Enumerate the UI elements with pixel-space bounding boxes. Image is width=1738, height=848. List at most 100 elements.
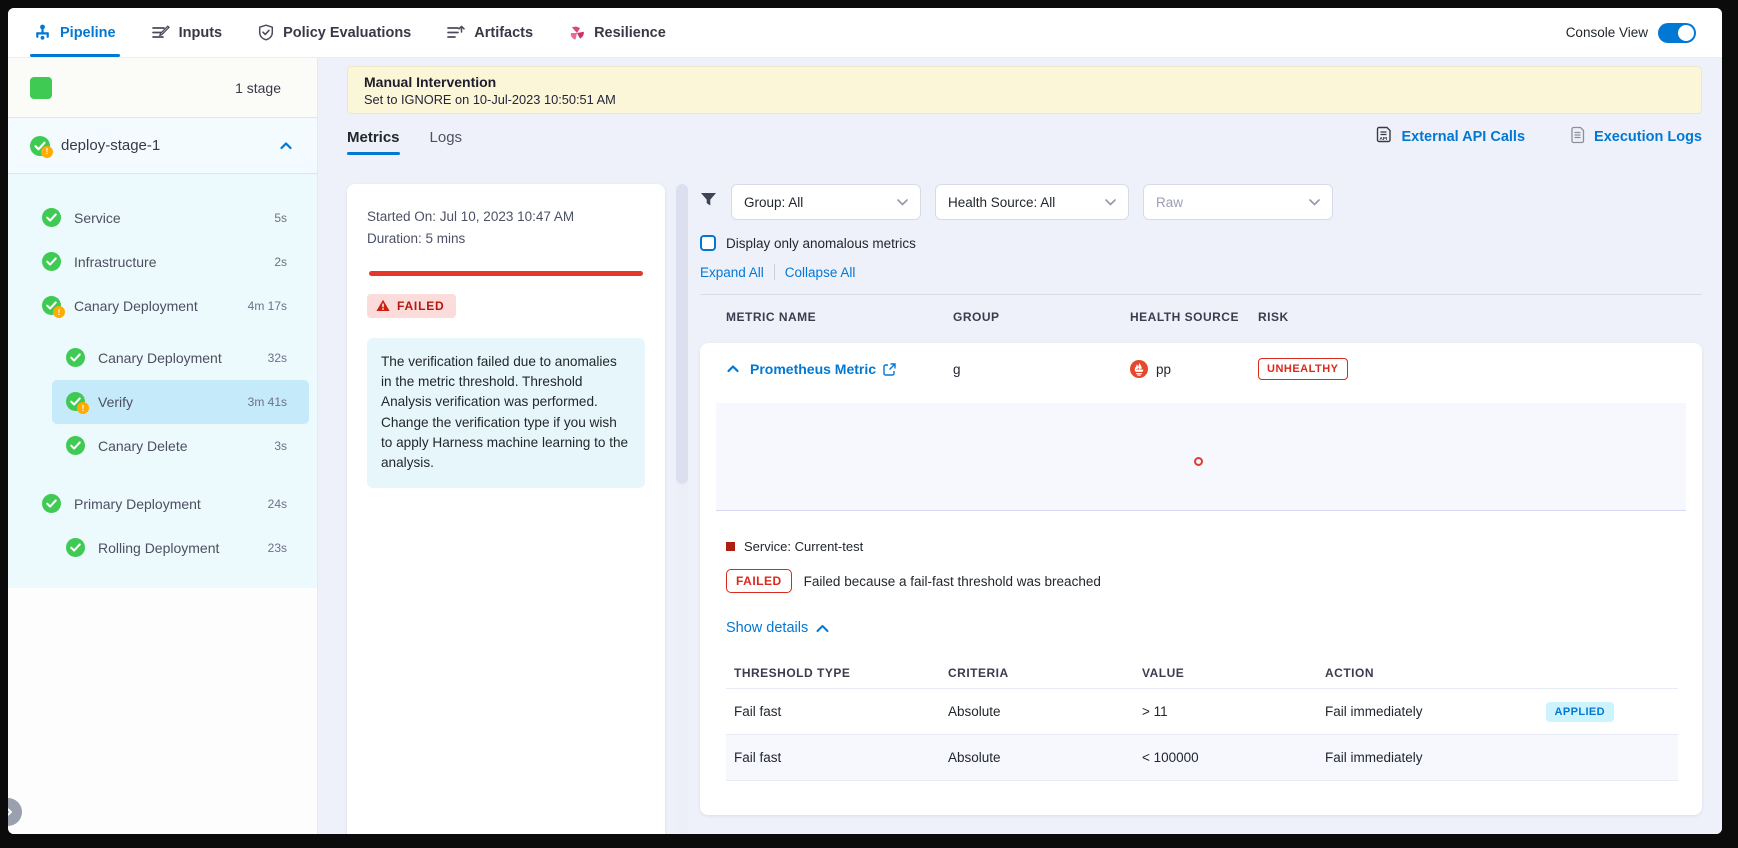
panel-gap — [665, 184, 700, 834]
applied-badge: APPLIED — [1546, 702, 1614, 722]
scrollbar[interactable] — [676, 184, 688, 834]
scrollbar-thumb[interactable] — [676, 184, 688, 484]
nav-tab-inputs[interactable]: Inputs — [152, 8, 223, 57]
metric-health-source: pp — [1130, 360, 1258, 378]
chevron-up-icon[interactable] — [279, 139, 293, 153]
expand-all-link[interactable]: Expand All — [700, 265, 764, 280]
nav-tabs: Pipeline Inputs Policy Evaluations Artif… — [34, 8, 666, 57]
console-view-control: Console View — [1566, 23, 1696, 43]
sidebar-step-service[interactable]: Service 5s — [8, 196, 317, 240]
metrics-panel: Group: All Health Source: All Raw — [700, 184, 1702, 834]
success-warning-status-icon: ! — [30, 136, 50, 156]
execution-logs-link[interactable]: Execution Logs — [1571, 126, 1702, 148]
success-status-icon — [42, 494, 62, 514]
risk-badge: UNHEALTHY — [1258, 358, 1348, 380]
manual-intervention-banner: Manual Intervention Set to IGNORE on 10-… — [347, 66, 1702, 114]
metric-name-link[interactable]: Prometheus Metric — [750, 361, 953, 377]
policy-evaluations-icon — [258, 24, 274, 41]
warning-overlay-icon: ! — [41, 146, 53, 158]
collapse-all-link[interactable]: Collapse All — [785, 265, 856, 280]
collapse-metric-chevron-icon[interactable] — [726, 362, 750, 376]
success-status-icon — [66, 538, 86, 558]
threshold-table: THRESHOLD TYPE CRITERIA VALUE ACTION Fai… — [726, 658, 1678, 781]
success-status-icon — [66, 436, 86, 456]
pipeline-icon — [34, 24, 51, 41]
success-warning-status-icon: ! — [42, 296, 62, 316]
sidebar-step-canary-deployment[interactable]: Canary Deployment 32s — [8, 336, 317, 380]
external-link-icon — [883, 363, 896, 376]
threshold-row: Fail fast Absolute < 100000 Fail immedia… — [726, 734, 1678, 780]
analysis-reason: Failed because a fail-fast threshold was… — [804, 574, 1101, 589]
threshold-type-cell: Fail fast — [734, 750, 948, 765]
filter-row: Group: All Health Source: All Raw — [700, 184, 1702, 220]
sidebar-step-infrastructure[interactable]: Infrastructure 2s — [8, 240, 317, 284]
prometheus-icon — [1130, 360, 1148, 378]
chevron-down-icon — [897, 199, 908, 206]
tab-metrics[interactable]: Metrics — [347, 114, 400, 160]
metrics-table-header: METRIC NAME GROUP HEALTH SOURCE RISK — [700, 305, 1702, 329]
threshold-row: Fail fast Absolute > 11 Fail immediately… — [726, 688, 1678, 734]
sidebar-step-verify[interactable]: ! Verify 3m 41s — [52, 380, 309, 424]
expand-collapse-row: Expand All Collapse All — [700, 264, 1702, 280]
analysis-status-badge: FAILED — [726, 569, 792, 593]
external-api-calls-icon: API — [1376, 126, 1393, 148]
threshold-type-cell: Fail fast — [734, 704, 948, 719]
inputs-icon — [152, 25, 170, 40]
console-view-label: Console View — [1566, 25, 1648, 40]
stage-status-square-icon — [30, 77, 52, 99]
resilience-icon — [569, 25, 585, 41]
show-details-toggle[interactable]: Show details — [716, 620, 1686, 636]
group-filter-select[interactable]: Group: All — [731, 184, 921, 220]
nav-tab-policy-evaluations[interactable]: Policy Evaluations — [258, 8, 411, 57]
success-status-icon — [42, 252, 62, 272]
execution-sidebar: 1 stage ! deploy-stage-1 Service 5s Infr… — [8, 58, 318, 834]
metric-row: Prometheus Metric g pp UNHEALTHY — [716, 343, 1686, 395]
sidebar-step-canary-deployment[interactable]: ! Canary Deployment 4m 17s — [8, 284, 317, 328]
sidebar-step-rolling-deployment[interactable]: Rolling Deployment 23s — [8, 526, 317, 570]
metric-card: Prometheus Metric g pp UNHEALTHY — [700, 343, 1702, 815]
metric-chart — [716, 403, 1686, 511]
criteria-cell: Absolute — [948, 750, 1142, 765]
svg-text:API: API — [1380, 136, 1388, 141]
warning-triangle-icon — [376, 299, 390, 312]
console-view-toggle[interactable] — [1658, 23, 1696, 43]
criteria-cell: Absolute — [948, 704, 1142, 719]
view-tabs-row: Metrics Logs API External API Calls Exec… — [347, 114, 1702, 160]
nav-tab-resilience[interactable]: Resilience — [569, 8, 666, 57]
sidebar-collapse-handle[interactable] — [8, 798, 22, 826]
chart-data-point[interactable] — [1194, 457, 1203, 466]
metric-view-select[interactable]: Raw — [1143, 184, 1333, 220]
anomalous-checkbox-label: Display only anomalous metrics — [726, 236, 916, 251]
legend-label: Service: Current-test — [744, 539, 863, 554]
nav-tab-pipeline[interactable]: Pipeline — [34, 8, 116, 57]
external-api-calls-link[interactable]: API External API Calls — [1376, 126, 1525, 148]
filter-icon — [700, 192, 717, 213]
banner-title: Manual Intervention — [364, 74, 1685, 90]
value-cell: < 100000 — [1142, 750, 1325, 765]
app-window: Pipeline Inputs Policy Evaluations Artif… — [8, 8, 1722, 834]
success-status-icon — [42, 208, 62, 228]
top-navigation: Pipeline Inputs Policy Evaluations Artif… — [8, 8, 1722, 58]
tab-logs[interactable]: Logs — [430, 114, 463, 160]
execution-logs-icon — [1571, 126, 1586, 148]
anomalous-checkbox[interactable] — [700, 235, 716, 251]
sidebar-step-primary-deployment[interactable]: Primary Deployment 24s — [8, 482, 317, 526]
action-cell: Fail immediately — [1325, 750, 1678, 765]
chevron-down-icon — [1309, 199, 1320, 206]
chart-legend: Service: Current-test — [716, 539, 1686, 554]
nav-tab-artifacts[interactable]: Artifacts — [447, 8, 533, 57]
sidebar-header: 1 stage — [8, 58, 317, 118]
banner-subtitle: Set to IGNORE on 10-Jul-2023 10:50:51 AM — [364, 92, 1685, 107]
verification-message: The verification failed due to anomalies… — [367, 338, 645, 488]
step-list: Service 5s Infrastructure 2s ! Canary De… — [8, 174, 317, 588]
success-status-icon — [66, 348, 86, 368]
stage-row[interactable]: ! deploy-stage-1 — [8, 118, 317, 174]
stage-name: deploy-stage-1 — [61, 137, 160, 154]
sidebar-step-canary-delete[interactable]: Canary Delete 3s — [8, 424, 317, 468]
success-warning-status-icon: ! — [66, 392, 86, 412]
divider — [700, 294, 1702, 295]
stage-count: 1 stage — [235, 80, 281, 96]
chevron-up-icon — [816, 624, 829, 633]
main-panel: Manual Intervention Set to IGNORE on 10-… — [318, 58, 1722, 834]
health-source-filter-select[interactable]: Health Source: All — [935, 184, 1129, 220]
